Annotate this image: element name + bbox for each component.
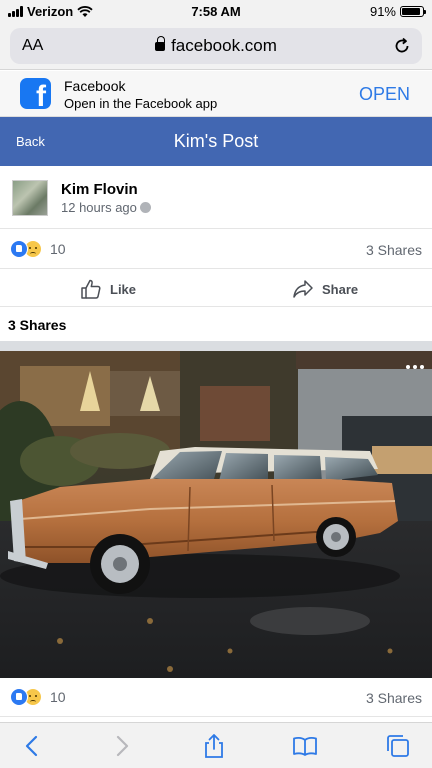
shares-count[interactable]: 3 Shares	[366, 242, 422, 258]
more-dots-icon[interactable]	[406, 365, 424, 369]
facebook-logo-icon: f	[20, 78, 51, 109]
divider	[0, 306, 432, 307]
post-timestamp[interactable]: 12 hours ago	[61, 200, 151, 215]
like-label: Like	[110, 281, 137, 297]
timestamp-text: 12 hours ago	[61, 200, 137, 215]
page-title: Kim's Post	[173, 131, 259, 151]
lock-icon	[155, 36, 166, 51]
shares-heading: 3 Shares	[8, 317, 67, 333]
like-reaction-icon	[10, 240, 28, 258]
post-author[interactable]: Kim Flovin	[61, 181, 138, 198]
divider	[0, 716, 432, 717]
url-display[interactable]: facebook.com	[10, 36, 422, 56]
share-sheet-icon[interactable]	[201, 733, 227, 759]
reaction-summary[interactable]: 10	[10, 240, 66, 258]
battery-percent: 91%	[369, 4, 396, 19]
address-bar[interactable]: AA facebook.com	[10, 28, 422, 64]
forward-chevron-icon[interactable]	[108, 733, 134, 759]
app-banner-subtitle: Open in the Facebook app	[64, 96, 218, 111]
page-header: Back Kim's Post	[0, 117, 432, 166]
status-time: 7:58 AM	[191, 4, 241, 19]
share-arrow-icon	[293, 280, 313, 298]
back-chevron-icon[interactable]	[20, 733, 46, 759]
bookmarks-icon[interactable]	[292, 733, 318, 759]
like-reaction-icon	[10, 688, 28, 706]
status-bar: Verizon 7:58 AM 91%	[0, 0, 432, 24]
shares-count-bottom[interactable]: 3 Shares	[366, 690, 422, 706]
battery-icon	[400, 6, 426, 17]
share-label: Share	[322, 281, 359, 297]
post-photo[interactable]	[0, 351, 432, 678]
avatar[interactable]	[12, 180, 48, 216]
divider	[0, 228, 432, 229]
section-separator	[0, 341, 432, 351]
car-photo-image	[0, 351, 432, 678]
share-button[interactable]: Share	[292, 277, 358, 301]
reaction-count: 10	[50, 241, 66, 257]
open-app-button[interactable]: OPEN	[359, 84, 410, 105]
status-right: 91%	[369, 4, 426, 19]
globe-icon	[139, 202, 151, 213]
divider	[0, 268, 432, 269]
reaction-count: 10	[50, 689, 66, 705]
thumbs-up-icon	[81, 279, 101, 299]
app-install-banner: f Facebook Open in the Facebook app OPEN	[0, 71, 432, 117]
browser-toolbar	[0, 722, 432, 768]
tabs-icon[interactable]	[385, 733, 411, 759]
reload-icon[interactable]	[392, 36, 412, 56]
reaction-summary-bottom[interactable]: 10	[10, 688, 66, 706]
like-button[interactable]: Like	[80, 277, 136, 301]
app-banner-title: Facebook	[64, 78, 126, 94]
browser-address-area: AA facebook.com	[0, 24, 432, 70]
url-text: facebook.com	[171, 36, 277, 55]
